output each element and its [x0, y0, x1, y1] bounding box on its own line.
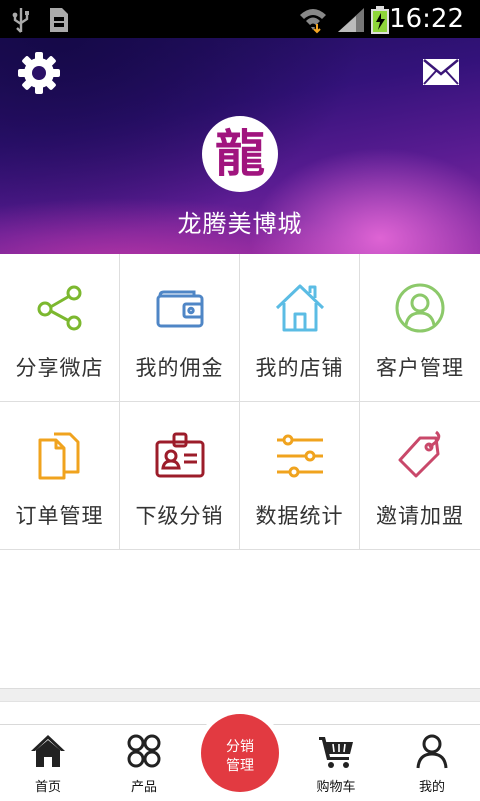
- menu-item-customers[interactable]: 客户管理: [360, 254, 480, 402]
- menu-item-label: 邀请加盟: [376, 504, 464, 528]
- menu-item-orders[interactable]: 订单管理: [0, 402, 120, 550]
- profile-header: 龍 龙腾美博城: [0, 38, 480, 254]
- usb-icon: [12, 8, 29, 33]
- menu-grid: 分享微店 我的佣金 我的店铺 客户管理 订单管理 下级分销 数据统计 邀请加盟: [0, 254, 480, 550]
- status-time: 16:22: [389, 4, 464, 34]
- sliders-icon: [277, 434, 323, 478]
- center-button-line1: 分销: [226, 739, 254, 755]
- menu-item-my-store[interactable]: 我的店铺: [240, 254, 360, 402]
- tag-icon: [398, 430, 441, 478]
- tab-products[interactable]: 产品: [96, 725, 192, 801]
- menu-item-statistics[interactable]: 数据统计: [240, 402, 360, 550]
- menu-item-label: 客户管理: [376, 356, 464, 380]
- menu-item-label: 订单管理: [15, 504, 104, 528]
- logo-glyph: 龍: [215, 124, 265, 183]
- center-button-line2: 管理: [226, 758, 254, 774]
- wifi-icon: [300, 9, 326, 34]
- menu-item-invite[interactable]: 邀请加盟: [360, 402, 480, 550]
- gear-icon[interactable]: [16, 50, 62, 96]
- user-icon: [416, 734, 448, 769]
- signal-icon: [338, 8, 364, 32]
- tab-label: 产品: [130, 780, 157, 795]
- brand-logo: 龍: [202, 116, 278, 192]
- share-icon: [37, 285, 82, 331]
- tab-me[interactable]: 我的: [384, 725, 480, 801]
- distribution-management-button[interactable]: 分销 管理: [196, 709, 284, 797]
- menu-item-label: 下级分销: [135, 504, 224, 528]
- id-badge-icon: [155, 432, 205, 478]
- user-circle-icon: [395, 283, 445, 333]
- mail-icon[interactable]: [422, 58, 460, 86]
- menu-item-commission[interactable]: 我的佣金: [120, 254, 240, 402]
- tab-cart[interactable]: 购物车: [288, 725, 384, 801]
- tab-label: 购物车: [316, 780, 356, 795]
- documents-icon: [38, 432, 80, 480]
- menu-item-label: 我的店铺: [255, 356, 344, 380]
- wallet-icon: [156, 290, 204, 328]
- status-bar: 16:22: [0, 0, 480, 38]
- home-icon: [275, 284, 325, 332]
- sd-card-icon: [50, 8, 68, 32]
- menu-item-label: 数据统计: [255, 504, 344, 528]
- cart-icon: [319, 737, 353, 768]
- brand-name: 龙腾美博城: [177, 210, 303, 238]
- menu-item-label: 分享微店: [15, 356, 104, 380]
- tab-home[interactable]: 首页: [0, 725, 96, 801]
- menu-item-label: 我的佣金: [135, 356, 224, 380]
- section-divider: [0, 688, 480, 702]
- battery-charging-icon: [371, 6, 389, 34]
- menu-item-share[interactable]: 分享微店: [0, 254, 120, 402]
- grid-icon: [127, 734, 161, 768]
- home-icon: [31, 735, 65, 767]
- menu-item-sub-distribution[interactable]: 下级分销: [120, 402, 240, 550]
- tab-label: 首页: [34, 780, 61, 795]
- tab-label: 我的: [418, 780, 445, 795]
